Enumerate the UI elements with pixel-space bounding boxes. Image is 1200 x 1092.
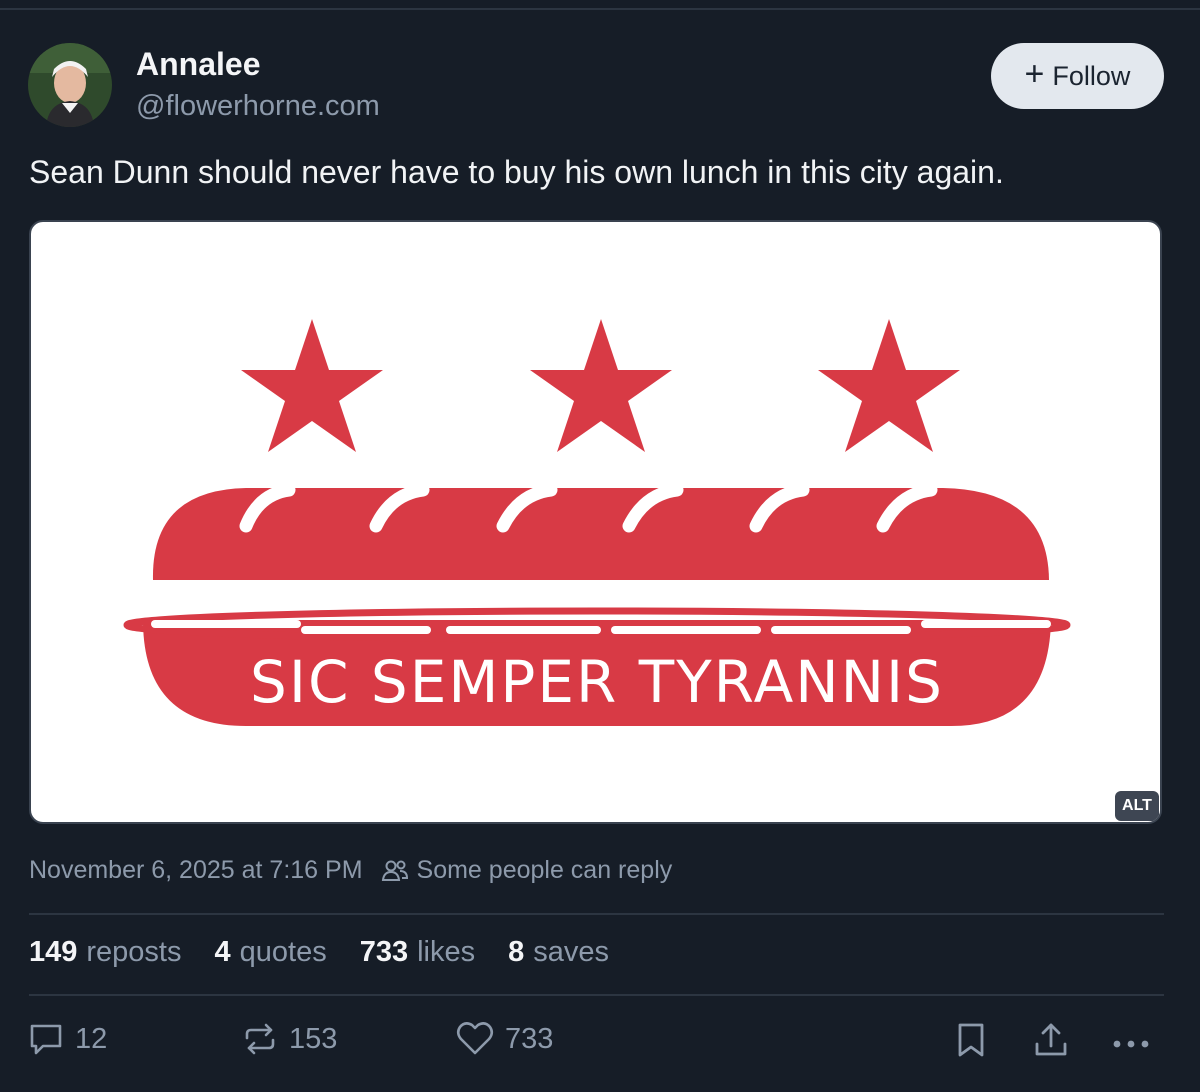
post-text: Sean Dunn should never have to buy his o… [29,154,1004,190]
post-image[interactable]: SIC SEMPER TYRANNIS ALT [29,220,1162,824]
like-count: 733 [505,1022,554,1055]
reply-count: 12 [75,1022,108,1055]
follow-label: Follow [1052,60,1131,91]
saves-stat[interactable]: 8 saves [508,936,609,969]
repost-icon [241,1020,279,1058]
repost-count: 153 [289,1022,338,1055]
plus-icon: + [1024,55,1045,93]
saves-label: saves [533,936,610,968]
more-icon [1110,1020,1152,1060]
top-divider [0,8,1200,10]
quotes-count: 4 [214,936,231,968]
alt-text-badge[interactable]: ALT [1115,791,1159,821]
saves-count: 8 [508,936,525,968]
star-icon [818,319,960,452]
like-button[interactable]: 733 [455,1020,553,1058]
reply-button[interactable]: 12 [27,1020,107,1058]
quotes-stat[interactable]: 4 quotes [215,936,327,969]
avatar[interactable] [28,43,112,127]
reposts-label: reposts [86,936,182,968]
likes-label: likes [417,936,476,968]
follow-button[interactable]: + Follow [991,43,1164,109]
more-options-button[interactable] [1110,1020,1152,1060]
divider [29,913,1164,915]
image-caption: SIC SEMPER TYRANNIS [250,648,944,716]
engagement-stats: 149 reposts 4 quotes 733 likes 8 saves [29,936,609,969]
share-icon [1032,1020,1070,1060]
reply-setting[interactable]: Some people can reply [417,856,673,885]
author-name[interactable]: Annalee [136,46,260,83]
reply-icon [27,1020,65,1058]
star-icon [241,319,383,452]
people-icon [381,859,409,883]
heart-icon [455,1020,495,1058]
likes-count: 733 [359,936,409,968]
bookmark-button[interactable] [952,1020,990,1060]
post-timestamp: November 6, 2025 at 7:16 PM [29,856,363,884]
bookmark-icon [952,1020,990,1060]
action-bar: 12 153 733 [0,1020,1200,1070]
reposts-count: 149 [29,936,78,968]
post-meta: November 6, 2025 at 7:16 PM Some people … [29,856,672,885]
divider [29,994,1164,996]
share-button[interactable] [1032,1020,1070,1060]
quotes-label: quotes [239,936,327,968]
reposts-stat[interactable]: 149 reposts [29,936,182,969]
author-handle[interactable]: @flowerhorne.com [136,90,380,123]
likes-stat[interactable]: 733 likes [360,936,475,969]
star-icon [530,319,672,452]
dc-flag-sandwich-illustration: SIC SEMPER TYRANNIS [123,319,1071,726]
repost-button[interactable]: 153 [241,1020,337,1058]
